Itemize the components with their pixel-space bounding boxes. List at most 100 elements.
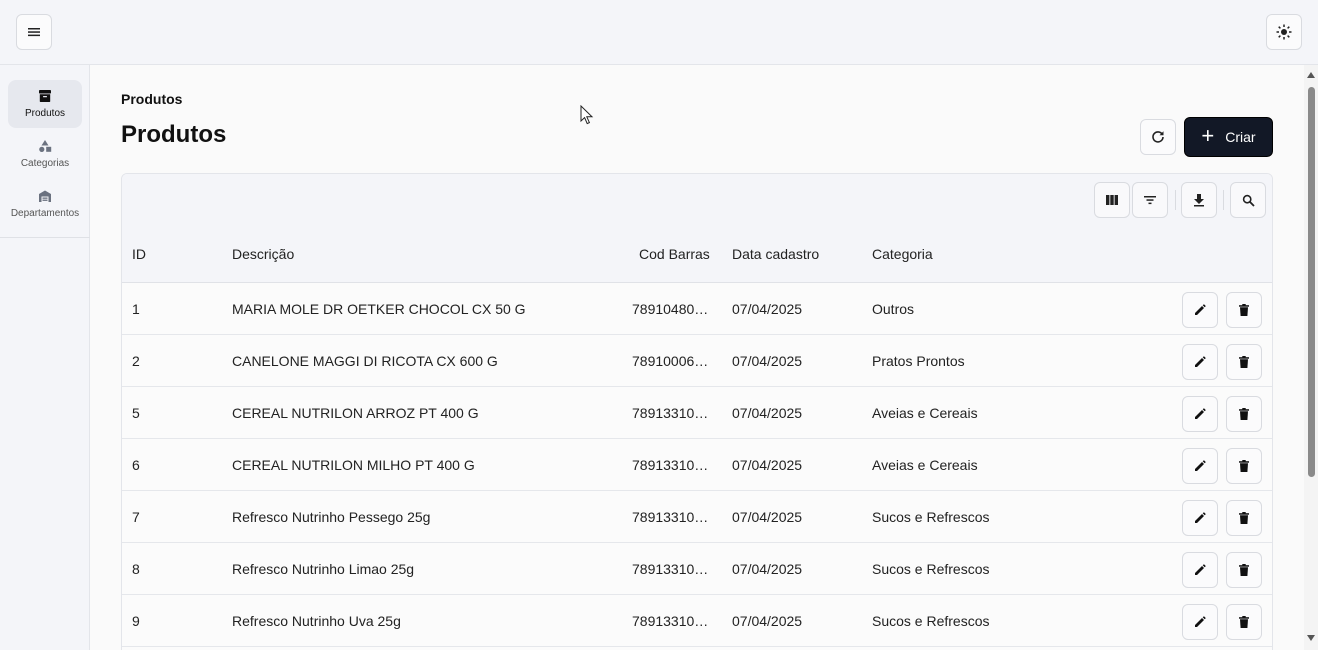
sidebar: Produtos Categorias Departamentos: [0, 65, 90, 650]
sun-icon: [1276, 24, 1292, 40]
cell-categoria: Pratos Prontos: [872, 353, 965, 369]
trash-icon: [1239, 512, 1249, 524]
sidebar-item-departamentos[interactable]: Departamentos: [8, 180, 82, 228]
table-row[interactable]: 9 Refresco Nutrinho Uva 25g 78913310… 07…: [122, 595, 1272, 647]
search-button[interactable]: [1230, 182, 1266, 218]
pencil-icon: [1195, 304, 1206, 315]
cell-categoria: Sucos e Refrescos: [872, 561, 990, 577]
table-row[interactable]: 7 Refresco Nutrinho Pessego 25g 78913310…: [122, 491, 1272, 543]
shapes-icon: [39, 140, 52, 152]
cell-data-cadastro: 07/04/2025: [732, 353, 803, 369]
column-header-data-cadastro[interactable]: Data cadastro: [732, 246, 819, 262]
cell-categoria: Aveias e Cereais: [872, 405, 978, 421]
pencil-icon: [1195, 512, 1206, 523]
cell-categoria: Sucos e Refrescos: [872, 613, 990, 629]
table-row[interactable]: 8 Refresco Nutrinho Limao 25g 78913310… …: [122, 543, 1272, 595]
pencil-icon: [1195, 460, 1206, 471]
edit-button[interactable]: [1182, 552, 1218, 588]
column-header-descricao[interactable]: Descrição: [232, 246, 294, 262]
cell-descricao: Refresco Nutrinho Pessego 25g: [232, 509, 431, 525]
pencil-icon: [1195, 356, 1206, 367]
table-row[interactable]: 2 CANELONE MAGGI DI RICOTA CX 600 G 7891…: [122, 335, 1272, 387]
cell-cod-barras: 78913310…: [632, 457, 709, 473]
scroll-up-arrow-icon[interactable]: [1307, 72, 1315, 78]
filter-button[interactable]: [1132, 182, 1168, 218]
sidebar-divider: [0, 237, 90, 238]
delete-button[interactable]: [1226, 292, 1262, 328]
edit-button[interactable]: [1182, 604, 1218, 640]
cell-data-cadastro: 07/04/2025: [732, 457, 803, 473]
mouse-cursor-icon: [580, 105, 594, 125]
page-scrollbar[interactable]: [1304, 65, 1318, 650]
archive-box-icon: [39, 90, 51, 102]
cell-cod-barras: 78913310…: [632, 509, 709, 525]
edit-button[interactable]: [1182, 344, 1218, 380]
pencil-icon: [1195, 616, 1206, 627]
plus-icon: +: [1201, 123, 1215, 148]
cell-data-cadastro: 07/04/2025: [732, 509, 803, 525]
filter-icon: [1144, 196, 1156, 205]
trash-icon: [1239, 616, 1249, 628]
columns-button[interactable]: [1094, 182, 1130, 218]
cell-descricao: Refresco Nutrinho Uva 25g: [232, 613, 401, 629]
cell-data-cadastro: 07/04/2025: [732, 405, 803, 421]
table-row[interactable]: 6 CEREAL NUTRILON MILHO PT 400 G 7891331…: [122, 439, 1272, 491]
table-row[interactable]: 1 MARIA MOLE DR OETKER CHOCOL CX 50 G 78…: [122, 283, 1272, 335]
create-button[interactable]: + Criar: [1184, 117, 1273, 157]
scrollbar-thumb[interactable]: [1308, 87, 1315, 477]
trash-icon: [1239, 356, 1249, 368]
cell-id: 5: [132, 405, 140, 421]
cell-cod-barras: 78913310…: [632, 405, 709, 421]
refresh-icon: [1152, 131, 1164, 143]
edit-button[interactable]: [1182, 292, 1218, 328]
download-button[interactable]: [1181, 182, 1217, 218]
cell-data-cadastro: 07/04/2025: [732, 613, 803, 629]
delete-button[interactable]: [1226, 604, 1262, 640]
page-title: Produtos: [121, 121, 227, 148]
toolbar-divider: [1223, 190, 1224, 210]
cell-cod-barras: 78910006…: [632, 353, 709, 369]
cell-categoria: Aveias e Cereais: [872, 457, 978, 473]
cell-descricao: CANELONE MAGGI DI RICOTA CX 600 G: [232, 353, 498, 369]
cell-id: 9: [132, 613, 140, 629]
sidebar-item-label: Categorias: [20, 158, 70, 169]
menu-button[interactable]: [16, 14, 52, 50]
trash-icon: [1239, 408, 1249, 420]
column-header-cod-barras[interactable]: Cod Barras: [639, 246, 710, 262]
table-row[interactable]: 5 CEREAL NUTRILON ARROZ PT 400 G 7891331…: [122, 387, 1272, 439]
delete-button[interactable]: [1226, 500, 1262, 536]
delete-button[interactable]: [1226, 344, 1262, 380]
delete-button[interactable]: [1226, 552, 1262, 588]
sidebar-item-categorias[interactable]: Categorias: [8, 130, 82, 178]
search-icon: [1242, 194, 1255, 207]
cell-id: 8: [132, 561, 140, 577]
delete-button[interactable]: [1226, 448, 1262, 484]
scroll-down-arrow-icon[interactable]: [1307, 635, 1315, 641]
edit-button[interactable]: [1182, 448, 1218, 484]
refresh-button[interactable]: [1140, 119, 1176, 155]
cell-id: 1: [132, 301, 140, 317]
column-header-categoria[interactable]: Categoria: [872, 246, 933, 262]
cell-descricao: CEREAL NUTRILON MILHO PT 400 G: [232, 457, 475, 473]
pencil-icon: [1195, 564, 1206, 575]
table-header: ID Descrição Cod Barras Data cadastro Ca…: [122, 174, 1272, 283]
sidebar-item-produtos[interactable]: Produtos: [8, 80, 82, 128]
theme-toggle-button[interactable]: [1266, 14, 1302, 50]
toolbar-divider: [1175, 190, 1176, 210]
cell-cod-barras: 78913310…: [632, 561, 709, 577]
download-icon: [1194, 194, 1204, 207]
edit-button[interactable]: [1182, 396, 1218, 432]
trash-icon: [1239, 564, 1249, 576]
create-button-label: Criar: [1225, 129, 1256, 145]
cell-id: 7: [132, 509, 140, 525]
cell-descricao: Refresco Nutrinho Limao 25g: [232, 561, 415, 577]
cell-cod-barras: 78913310…: [632, 613, 709, 629]
trash-icon: [1239, 460, 1249, 472]
pencil-icon: [1195, 408, 1206, 419]
column-header-id[interactable]: ID: [132, 246, 146, 262]
cell-categoria: Outros: [872, 301, 915, 317]
breadcrumb[interactable]: Produtos: [121, 91, 182, 107]
delete-button[interactable]: [1226, 396, 1262, 432]
edit-button[interactable]: [1182, 500, 1218, 536]
cell-descricao: CEREAL NUTRILON ARROZ PT 400 G: [232, 405, 479, 421]
